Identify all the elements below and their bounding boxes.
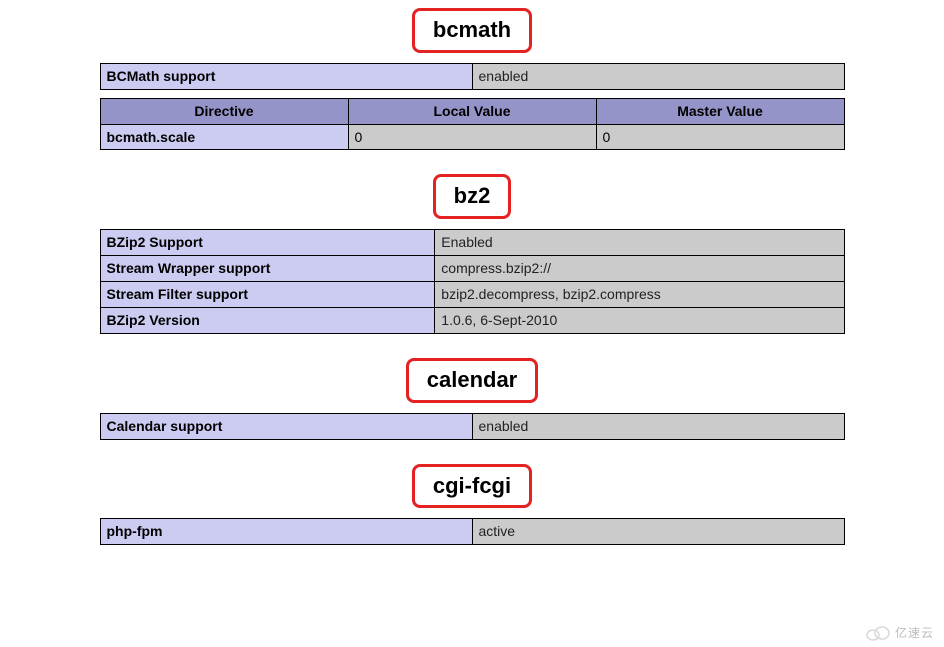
section-title-bz2: bz2	[433, 174, 512, 219]
cell-value: active	[472, 519, 844, 545]
section-title-calendar: calendar	[406, 358, 539, 403]
table-row: Stream Filter support bzip2.decompress, …	[100, 282, 844, 308]
table-row: BZip2 Support Enabled	[100, 230, 844, 256]
cell-label: BZip2 Support	[100, 230, 435, 256]
col-directive: Directive	[100, 98, 348, 124]
cell-value: 1.0.6, 6-Sept-2010	[435, 307, 844, 333]
bz2-table: BZip2 Support Enabled Stream Wrapper sup…	[100, 229, 845, 334]
section-cgi-fcgi: cgi-fcgi php-fpm active	[0, 464, 944, 546]
bcmath-support-table: BCMath support enabled	[100, 63, 845, 90]
cell-value: bzip2.decompress, bzip2.compress	[435, 282, 844, 308]
cell-value: enabled	[472, 63, 844, 89]
section-title-bcmath: bcmath	[412, 8, 532, 53]
cell-directive: bcmath.scale	[100, 124, 348, 150]
cell-value: Enabled	[435, 230, 844, 256]
cloud-icon	[865, 625, 891, 641]
watermark: 亿速云	[865, 624, 934, 641]
cell-value: compress.bzip2://	[435, 256, 844, 282]
table-row: Calendar support enabled	[100, 413, 844, 439]
cell-label: Calendar support	[100, 413, 472, 439]
table-row: bcmath.scale 0 0	[100, 124, 844, 150]
section-title-cgi-fcgi: cgi-fcgi	[412, 464, 532, 509]
table-row: Stream Wrapper support compress.bzip2://	[100, 256, 844, 282]
cell-label: Stream Filter support	[100, 282, 435, 308]
cell-local: 0	[348, 124, 596, 150]
watermark-text: 亿速云	[895, 624, 934, 641]
section-title-wrap: bz2	[0, 174, 944, 219]
section-calendar: calendar Calendar support enabled	[0, 358, 944, 440]
section-title-wrap: bcmath	[0, 8, 944, 53]
cell-label: BZip2 Version	[100, 307, 435, 333]
section-bcmath: bcmath BCMath support enabled Directive …	[0, 8, 944, 150]
col-master-value: Master Value	[596, 98, 844, 124]
table-row: php-fpm active	[100, 519, 844, 545]
table-row: BCMath support enabled	[100, 63, 844, 89]
calendar-support-table: Calendar support enabled	[100, 413, 845, 440]
cell-label: Stream Wrapper support	[100, 256, 435, 282]
col-local-value: Local Value	[348, 98, 596, 124]
table-header-row: Directive Local Value Master Value	[100, 98, 844, 124]
cell-master: 0	[596, 124, 844, 150]
cell-label: BCMath support	[100, 63, 472, 89]
bcmath-directive-table: Directive Local Value Master Value bcmat…	[100, 98, 845, 151]
cell-label: php-fpm	[100, 519, 472, 545]
table-row: BZip2 Version 1.0.6, 6-Sept-2010	[100, 307, 844, 333]
cgi-support-table: php-fpm active	[100, 518, 845, 545]
section-title-wrap: cgi-fcgi	[0, 464, 944, 509]
cell-value: enabled	[472, 413, 844, 439]
section-title-wrap: calendar	[0, 358, 944, 403]
section-bz2: bz2 BZip2 Support Enabled Stream Wrapper…	[0, 174, 944, 333]
